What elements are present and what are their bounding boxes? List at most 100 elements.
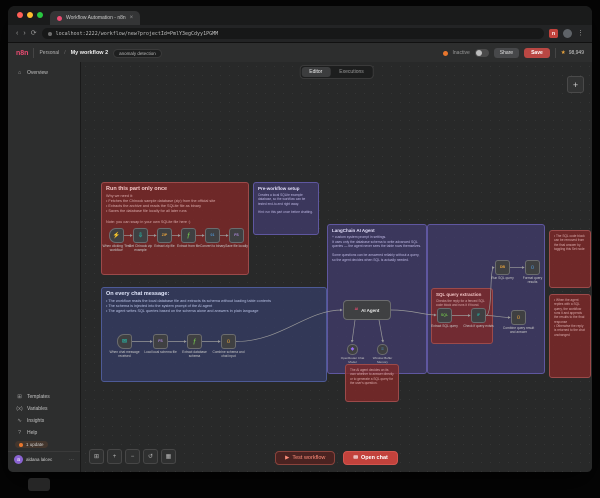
- set-icon: {}: [227, 340, 230, 344]
- node-combine-result[interactable]: {} Combine query result and answer: [511, 310, 526, 335]
- node-save-file[interactable]: FS Save file locally: [229, 228, 244, 249]
- node-label: Extract database schema: [178, 351, 212, 359]
- reload-icon[interactable]: ⟳: [31, 30, 37, 37]
- node-convert-binary[interactable]: 01 Convert to binary: [205, 228, 220, 249]
- if-icon: IF: [477, 314, 480, 318]
- sticky-agent-warning[interactable]: The AI agent decides on its own whether …: [345, 364, 399, 402]
- sidebar-item-overview[interactable]: ⌂ Overview: [8, 67, 80, 79]
- extension-badge-icon[interactable]: n: [549, 29, 558, 38]
- sidebar-item-templates[interactable]: ⊞ Templates: [8, 391, 80, 403]
- sticky-result-toggle-body: • The SQL code block can be removed from…: [554, 234, 586, 251]
- node-ai-agent[interactable]: AI AI Agent: [343, 300, 391, 320]
- node-label: When chat message received: [108, 351, 142, 359]
- browser-toolbar: ‹ › ⟳ localhost:2222/workflow/new?projec…: [8, 25, 592, 43]
- sidebar-overview-label: Overview: [27, 70, 48, 76]
- node-run-query[interactable]: DB Run SQL query: [495, 260, 510, 281]
- node-format-results[interactable]: {} Format query results: [525, 260, 540, 285]
- tab-editor[interactable]: Editor: [301, 67, 330, 77]
- add-node-button[interactable]: +: [567, 76, 584, 93]
- main-area: ⌂ Overview ⊞ Templates (x) Variables ∿ I…: [8, 62, 592, 472]
- node-extract-schema[interactable]: ƒ Extract database schema: [187, 334, 202, 359]
- url-text: localhost:2222/workflow/new?projectId=Pm…: [56, 31, 219, 37]
- variables-icon: (x): [16, 406, 23, 412]
- node-label: Check if query exists: [462, 325, 496, 329]
- stars-count: 98,949: [569, 50, 584, 56]
- node-manual-trigger[interactable]: ⚡ When clicking ‘Test workflow’: [109, 228, 124, 253]
- node-load-schema[interactable]: FS Load local schema file: [153, 334, 168, 355]
- browser-tab[interactable]: Workflow Automation - n8n ×: [50, 11, 140, 25]
- active-toggle[interactable]: [475, 49, 489, 57]
- sticky-every-chat[interactable]: On every chat message: • The workflow re…: [101, 287, 327, 382]
- status-dot-icon: [443, 51, 448, 56]
- browser-profile-avatar[interactable]: [563, 29, 572, 38]
- test-workflow-button[interactable]: ▶ Test workflow: [275, 451, 335, 465]
- site-info-icon[interactable]: [48, 32, 52, 36]
- node-extract-zip[interactable]: ZIP Extract zip file: [157, 228, 172, 249]
- sidebar-templates-label: Templates: [27, 394, 50, 400]
- sidebar-variables-label: Variables: [27, 406, 47, 412]
- node-memory[interactable]: ≡ Window Buffer Memory: [377, 344, 388, 364]
- workflow-canvas[interactable]: Editor Executions + Run this part only o…: [81, 62, 592, 472]
- user-menu[interactable]: a aldana lalcec ⋯: [8, 451, 80, 467]
- node-extract-file[interactable]: ƒ Extract from file: [181, 228, 196, 249]
- updates-label: 1 update: [26, 442, 44, 447]
- node-label: Extract SQL query: [428, 325, 462, 329]
- status-label: Inactive: [453, 50, 470, 56]
- sidebar-item-help[interactable]: ? Help: [8, 427, 80, 439]
- maximize-window-button[interactable]: [37, 12, 43, 18]
- node-label: Combine query result and answer: [502, 327, 536, 335]
- node-combine-input[interactable]: {} Combine schema and chat input: [221, 334, 236, 359]
- node-extract-sql[interactable]: SQL Extract SQL query: [437, 308, 452, 329]
- node-chat-trigger[interactable]: ✉ When chat message received: [117, 334, 132, 359]
- save-button[interactable]: Save: [524, 48, 550, 58]
- browser-menu-icon[interactable]: ⋮: [577, 30, 584, 37]
- address-bar[interactable]: localhost:2222/workflow/new?projectId=Pm…: [42, 28, 544, 39]
- breadcrumb-project[interactable]: Personal: [39, 50, 59, 56]
- open-chat-label: Open chat: [361, 455, 388, 461]
- star-icon: ★: [561, 50, 566, 56]
- node-get-zip[interactable]: ⇩ Get Chinook zip example: [133, 228, 148, 253]
- minimize-window-button[interactable]: [27, 12, 33, 18]
- sticky-result-toggle[interactable]: • The SQL code block can be removed from…: [549, 230, 591, 288]
- toggle-knob: [476, 50, 482, 56]
- sidebar: ⌂ Overview ⊞ Templates (x) Variables ∿ I…: [8, 62, 81, 472]
- share-button[interactable]: Share: [494, 48, 519, 58]
- workflow-name[interactable]: My workflow 2: [71, 50, 109, 56]
- close-window-button[interactable]: [17, 12, 23, 18]
- back-icon[interactable]: ‹: [16, 30, 18, 37]
- sticky-result-merge[interactable]: • When the agent replies with a SQL quer…: [549, 294, 591, 378]
- canvas-footer-buttons: ▶ Test workflow ✉ Open chat: [81, 451, 592, 465]
- workflow-tag[interactable]: anomaly detection: [113, 49, 162, 58]
- sticky-result-merge-body: • When the agent replies with a SQL quer…: [554, 298, 586, 337]
- view-tabs: Editor Executions: [299, 65, 374, 79]
- sidebar-item-variables[interactable]: (x) Variables: [8, 403, 80, 415]
- node-label: Load local schema file: [144, 351, 178, 355]
- sticky-pre-setup[interactable]: Pre-workflow setup Creates a local SQLit…: [253, 182, 319, 235]
- sticky-pre-setup-body: Creates a local SQLite example database,…: [258, 193, 314, 215]
- tab-executions[interactable]: Executions: [331, 67, 371, 77]
- window-controls: [17, 12, 43, 18]
- play-icon: ▶: [285, 455, 289, 461]
- templates-icon: ⊞: [16, 394, 23, 400]
- insights-icon: ∿: [16, 418, 23, 424]
- forward-icon[interactable]: ›: [23, 30, 25, 37]
- node-check-query[interactable]: IF Check if query exists: [471, 308, 486, 329]
- node-label: Format query results: [519, 277, 547, 285]
- tab-title: Workflow Automation - n8n: [66, 15, 126, 21]
- zap-icon: ⚡: [113, 233, 120, 239]
- n8n-logo[interactable]: n8n: [16, 50, 28, 57]
- sidebar-item-insights[interactable]: ∿ Insights: [8, 415, 80, 427]
- filesystem-icon: FS: [234, 234, 238, 238]
- dock-item[interactable]: [28, 478, 50, 491]
- updates-badge[interactable]: 1 update: [15, 441, 48, 448]
- user-avatar: a: [14, 455, 23, 464]
- open-chat-button[interactable]: ✉ Open chat: [343, 451, 398, 465]
- function-icon: ƒ: [187, 233, 190, 239]
- node-label: Window Buffer Memory: [368, 357, 398, 364]
- github-stars-badge[interactable]: ★ 98,949: [561, 50, 584, 56]
- tab-close-icon[interactable]: ×: [130, 15, 134, 21]
- user-more-icon[interactable]: ⋯: [69, 457, 74, 463]
- sticky-sql-extraction-body: Checks the reply for a fenced SQL code b…: [436, 299, 488, 308]
- sidebar-insights-label: Insights: [27, 418, 44, 424]
- node-chat-model[interactable]: ◈ OpenRouter Chat Model: [347, 344, 358, 364]
